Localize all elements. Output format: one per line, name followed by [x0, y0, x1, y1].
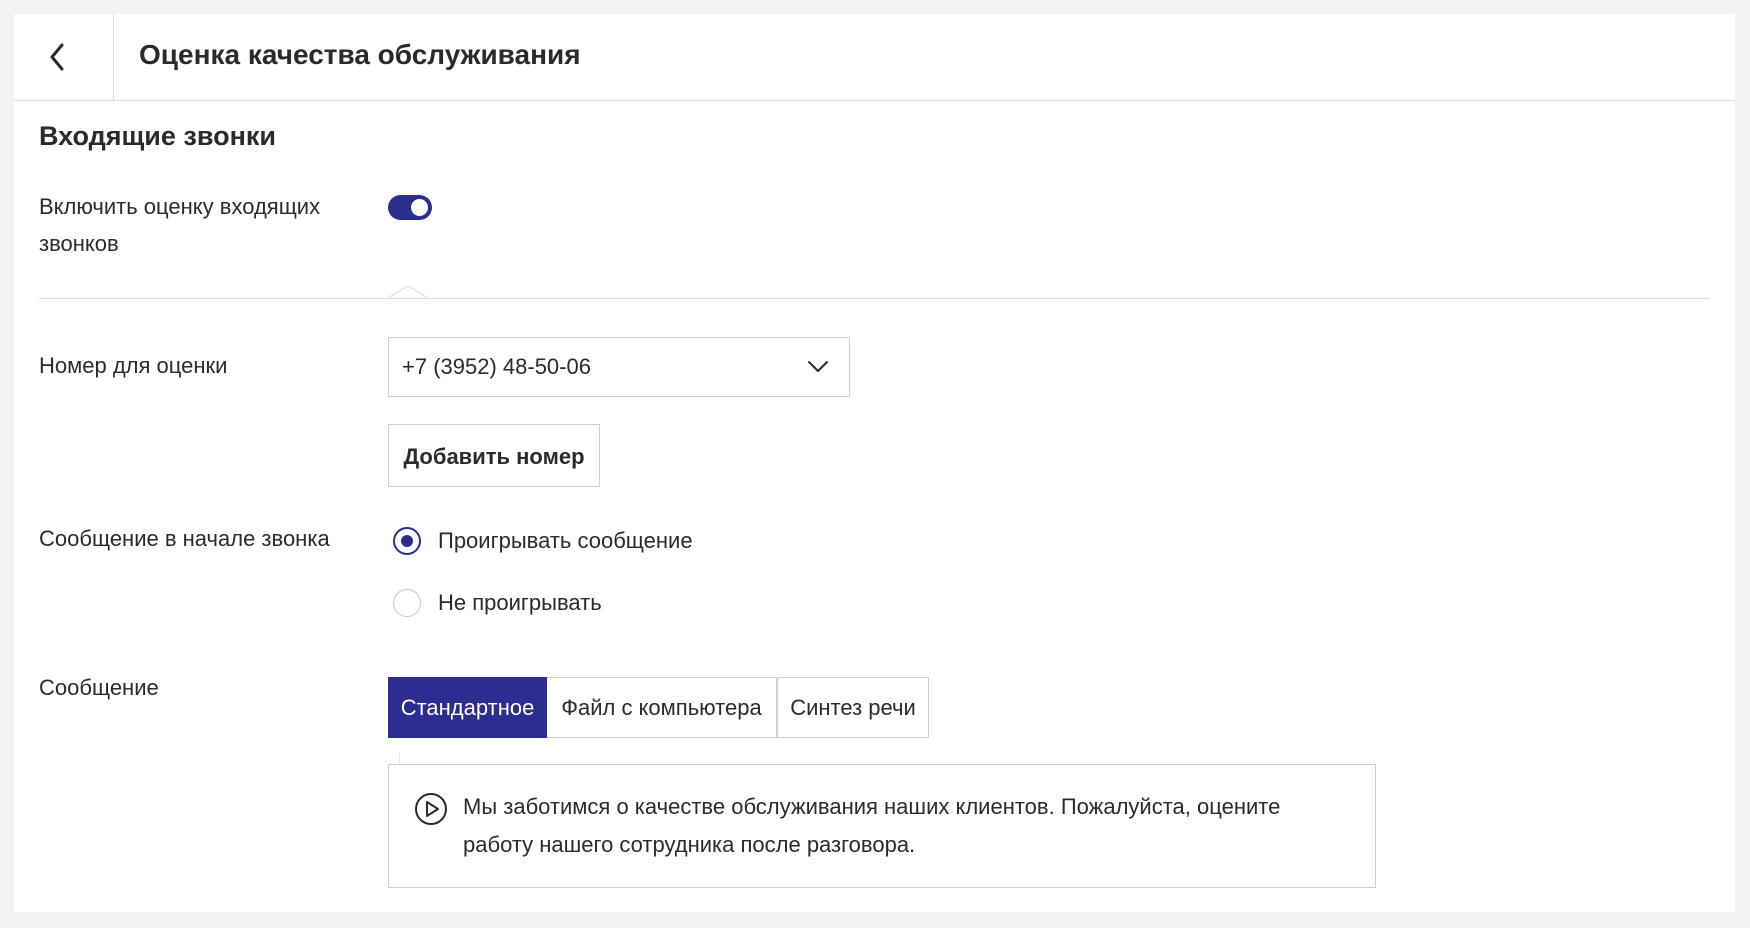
message-box-notch: [399, 751, 429, 765]
enable-rating-label: Включить оценку входящих звонков: [39, 194, 321, 256]
tab-standard[interactable]: Стандартное: [388, 677, 547, 738]
section-title: Входящие звонки: [39, 121, 276, 151]
page-header: Оценка качества обслуживания: [14, 14, 1735, 101]
radio-no-play[interactable]: [393, 589, 421, 617]
chevron-down-icon: [808, 361, 828, 372]
message-text: Мы заботимся о качестве обслуживания наш…: [463, 794, 1281, 857]
radio-play-message-label[interactable]: Проигрывать сообщение: [438, 528, 693, 554]
page-title: Оценка качества обслуживания: [139, 39, 581, 70]
radio-dot: [401, 535, 413, 547]
message-label: Сообщение: [39, 675, 159, 700]
chevron-left-icon: [50, 43, 64, 71]
back-button[interactable]: [14, 14, 114, 100]
section-divider: [39, 298, 1710, 299]
add-number-button[interactable]: Добавить номер: [388, 424, 600, 487]
tab-file-from-computer[interactable]: Файл с компьютера: [547, 677, 777, 738]
toggle-knob: [411, 199, 428, 216]
start-message-label: Сообщение в начале звонка: [39, 526, 330, 551]
enable-rating-toggle[interactable]: [388, 195, 432, 220]
radio-play-message[interactable]: [393, 527, 421, 555]
radio-no-play-label[interactable]: Не проигрывать: [438, 590, 602, 616]
divider-notch: [388, 285, 428, 299]
number-select[interactable]: +7 (3952) 48-50-06: [388, 337, 850, 397]
number-select-value: +7 (3952) 48-50-06: [402, 354, 591, 379]
settings-panel: Оценка качества обслуживания Входящие зв…: [14, 14, 1735, 912]
tab-speech-synthesis[interactable]: Синтез речи: [777, 677, 929, 738]
number-label: Номер для оценки: [39, 353, 228, 378]
play-circle-icon[interactable]: [414, 792, 448, 826]
